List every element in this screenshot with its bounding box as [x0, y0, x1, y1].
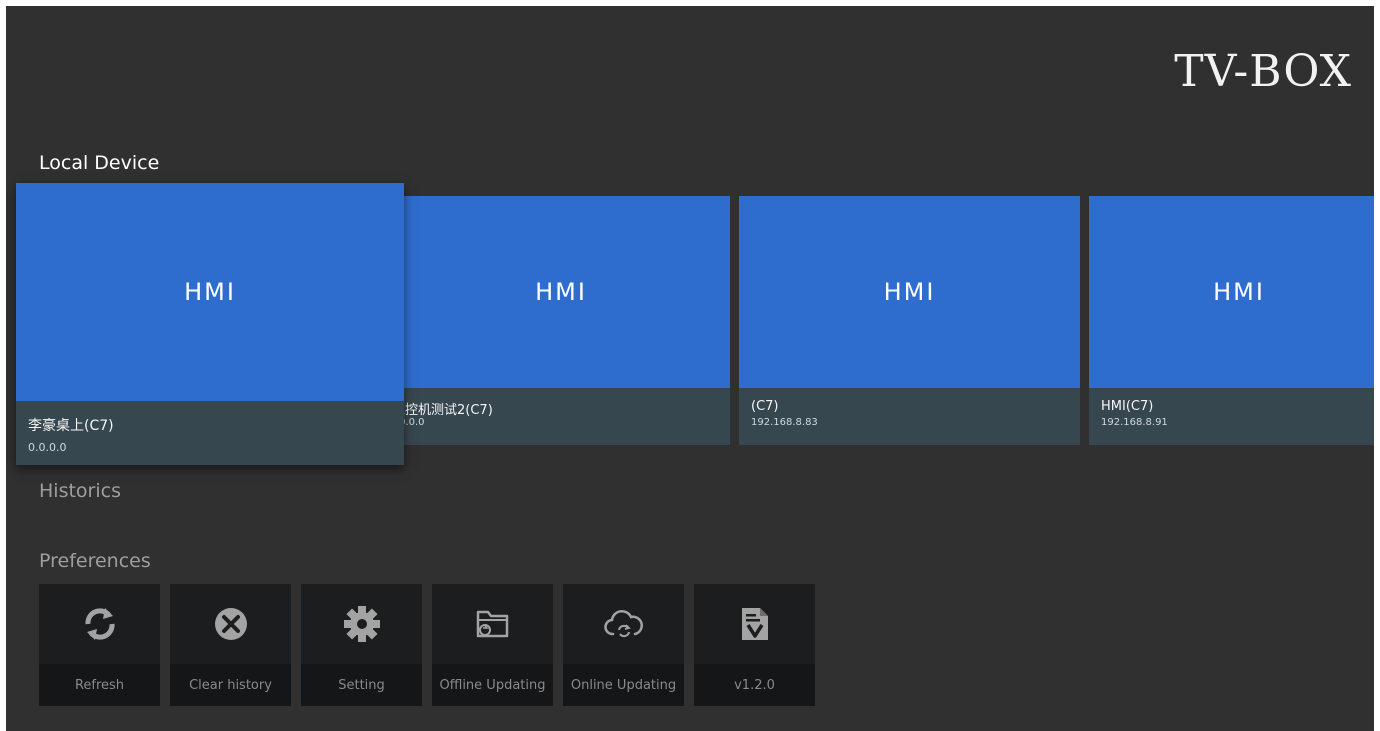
device-name: HMI(C7)	[1101, 399, 1154, 414]
device-thumbnail: HMI	[1089, 196, 1374, 388]
version-label: v1.2.0	[694, 664, 815, 706]
cloud-sync-icon	[603, 610, 643, 638]
clear-history-button[interactable]: Clear history	[170, 584, 291, 706]
device-thumbnail: HMI	[392, 196, 730, 388]
device-thumbnail: HMI	[16, 183, 404, 401]
device-card[interactable]: HMI 工控机测试2(C7) ).0.0.0	[392, 196, 730, 445]
offline-updating-label: Offline Updating	[432, 664, 553, 706]
clear-history-label: Clear history	[170, 664, 291, 706]
device-card[interactable]: HMI HMI(C7) 192.168.8.91	[1089, 196, 1374, 445]
online-updating-label: Online Updating	[563, 664, 684, 706]
device-thumbnail: HMI	[739, 196, 1080, 388]
tv-box-screen: TV-BOX Local Device HMI 工控机测试2(C7) ).0.0…	[6, 6, 1374, 731]
device-name: 李豪桌上(C7)	[28, 418, 114, 434]
setting-label: Setting	[301, 664, 422, 706]
version-button[interactable]: v1.2.0	[694, 584, 815, 706]
gear-icon	[343, 606, 380, 642]
local-device-heading: Local Device	[39, 152, 160, 174]
clear-icon	[214, 608, 247, 640]
setting-button[interactable]: Setting	[301, 584, 422, 706]
device-ip: 0.0.0.0	[28, 441, 67, 454]
refresh-label: Refresh	[39, 664, 160, 706]
device-card[interactable]: HMI (C7) 192.168.8.83	[739, 196, 1080, 445]
historics-heading: Historics	[39, 480, 121, 502]
refresh-icon	[84, 608, 115, 640]
offline-updating-button[interactable]: Offline Updating	[432, 584, 553, 706]
device-name: 工控机测试2(C7)	[392, 403, 493, 418]
brand-title: TV-BOX	[1174, 46, 1352, 97]
preferences-heading: Preferences	[39, 550, 151, 572]
device-ip: 192.168.8.91	[1101, 417, 1168, 428]
device-ip: 192.168.8.83	[751, 417, 818, 428]
device-name: (C7)	[751, 399, 779, 414]
version-file-icon	[741, 608, 768, 640]
folder-sync-icon	[476, 610, 508, 638]
online-updating-button[interactable]: Online Updating	[563, 584, 684, 706]
device-card-focused[interactable]: HMI 李豪桌上(C7) 0.0.0.0	[16, 183, 404, 465]
refresh-button[interactable]: Refresh	[39, 584, 160, 706]
